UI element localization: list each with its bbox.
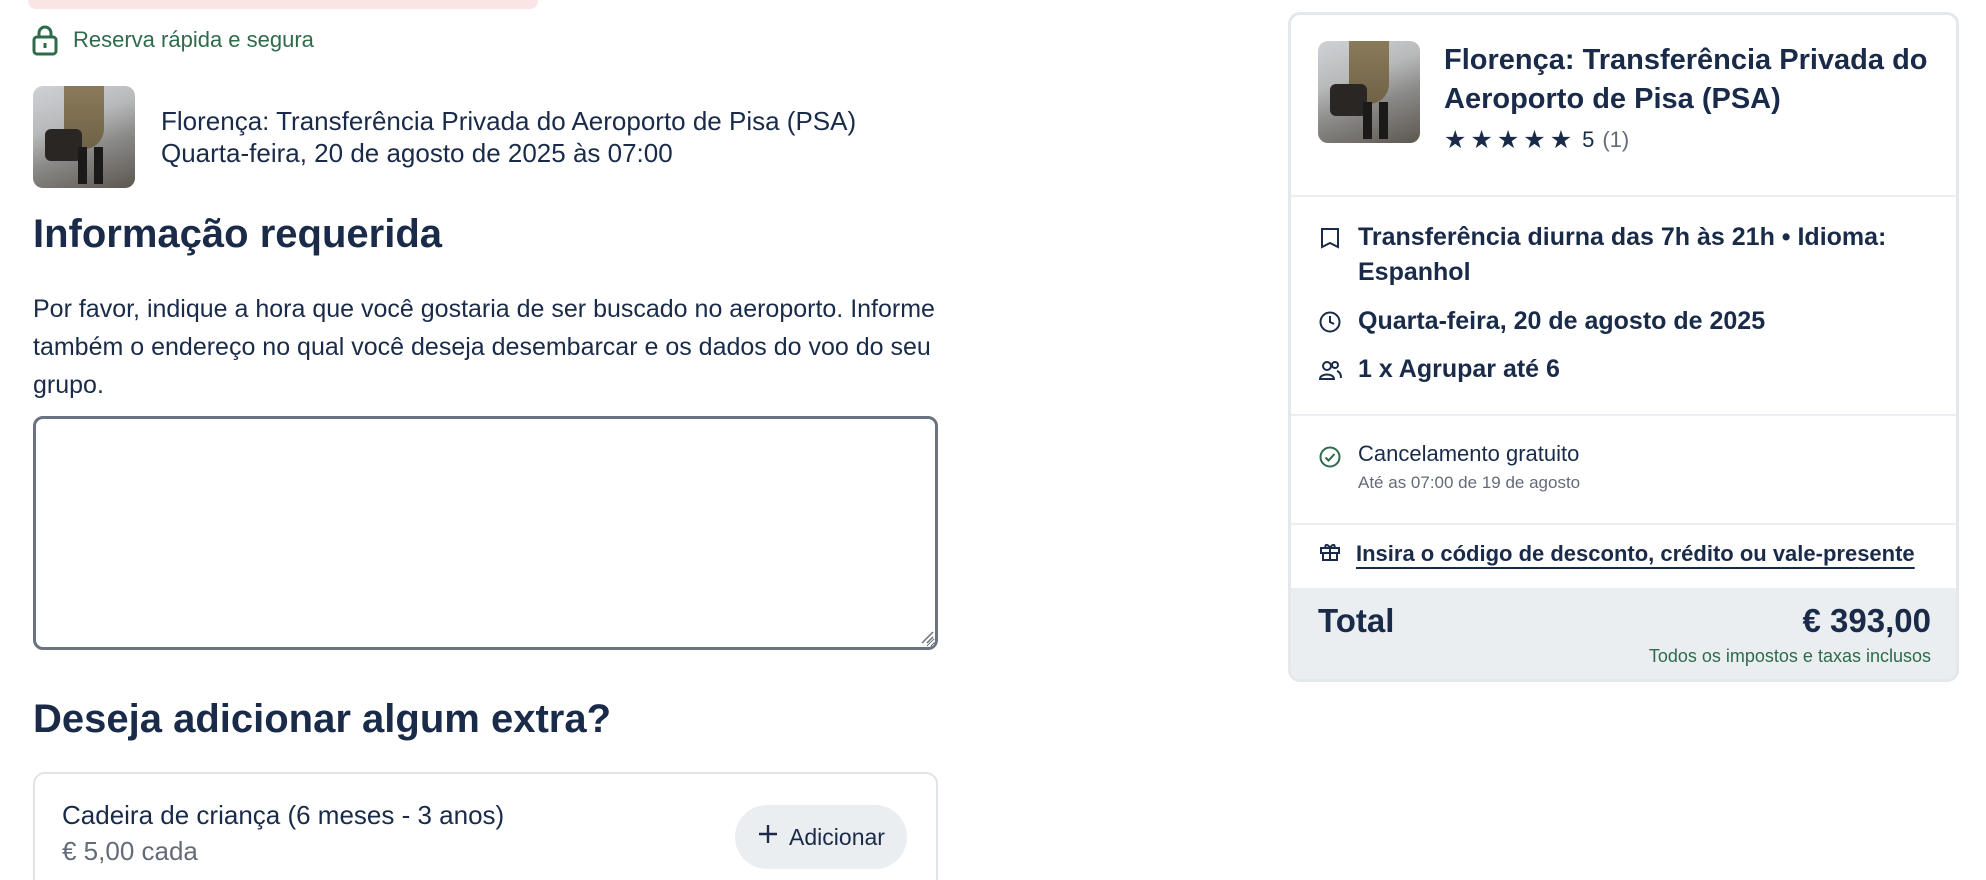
add-extra-button[interactable]: Adicionar bbox=[735, 805, 907, 869]
plus-icon bbox=[757, 823, 779, 851]
total-label: Total bbox=[1318, 602, 1395, 639]
star-icon: ★ bbox=[1444, 125, 1467, 154]
secure-booking-badge: Reserva rápida e segura bbox=[31, 24, 314, 56]
summary-participants: 1 x Agrupar até 6 bbox=[1358, 355, 1560, 383]
promo-code-link[interactable]: Insira o código de desconto, crédito ou … bbox=[1356, 541, 1915, 567]
star-icon: ★ bbox=[1523, 125, 1546, 154]
ticket-icon bbox=[1318, 225, 1342, 249]
booking-summary-panel: Florença: Transferência Privada do Aerop… bbox=[1288, 12, 1959, 682]
group-icon bbox=[1318, 357, 1342, 381]
summary-header: Florença: Transferência Privada do Aerop… bbox=[1318, 41, 1944, 153]
alert-banner-edge bbox=[28, 0, 538, 9]
required-info-textarea[interactable] bbox=[33, 416, 938, 650]
divider bbox=[1291, 523, 1956, 525]
summary-participants-row: 1 x Agrupar até 6 bbox=[1318, 352, 1918, 387]
star-icon: ★ bbox=[1496, 125, 1520, 154]
summary-title: Florença: Transferência Privada do Aerop… bbox=[1444, 44, 1928, 115]
star-icon: ★ bbox=[1549, 125, 1573, 154]
lock-icon bbox=[31, 24, 59, 56]
total-section: Total € 393,00 Todos os impostos e taxas… bbox=[1291, 588, 1956, 679]
booking-title: Florença: Transferência Privada do Aerop… bbox=[161, 106, 857, 136]
summary-date-row: Quarta-feira, 20 de agosto de 2025 bbox=[1318, 304, 1918, 339]
extra-item-price: € 5,00 cada bbox=[62, 836, 198, 866]
summary-thumbnail bbox=[1318, 41, 1420, 143]
rating-value: 5 bbox=[1582, 127, 1595, 152]
booking-overview: Florença: Transferência Privada do Aerop… bbox=[33, 86, 856, 188]
required-info-description: Por favor, indique a hora que você gosta… bbox=[33, 295, 935, 399]
gift-icon bbox=[1318, 539, 1342, 568]
clock-icon bbox=[1318, 309, 1342, 333]
summary-date: Quarta-feira, 20 de agosto de 2025 bbox=[1358, 307, 1766, 335]
star-icon: ★ bbox=[1470, 125, 1493, 154]
total-note: Todos os impostos e taxas inclusos bbox=[1648, 646, 1931, 666]
resize-handle-icon[interactable] bbox=[920, 630, 934, 644]
cancellation-detail: Até as 07:00 de 19 de agosto bbox=[1358, 473, 1581, 492]
free-cancellation: Cancelamento gratuito Até as 07:00 de 19… bbox=[1318, 441, 1580, 493]
rating-count: (1) bbox=[1602, 127, 1630, 152]
cancellation-title: Cancelamento gratuito bbox=[1358, 441, 1580, 466]
add-extra-label: Adicionar bbox=[789, 823, 885, 850]
rating: ★ ★ ★ ★ ★ 5 (1) bbox=[1444, 127, 1944, 153]
divider bbox=[1291, 414, 1956, 416]
promo-code-row: Insira o código de desconto, crédito ou … bbox=[1318, 539, 1915, 568]
secure-booking-text: Reserva rápida e segura bbox=[73, 27, 314, 52]
total-price: € 393,00 bbox=[1802, 602, 1931, 639]
activity-thumbnail bbox=[33, 86, 135, 188]
extra-item-card: Cadeira de criança (6 meses - 3 anos) € … bbox=[33, 772, 938, 880]
required-info-heading: Informação requerida bbox=[33, 212, 443, 256]
booking-datetime: Quarta-feira, 20 de agosto de 2025 às 07… bbox=[161, 138, 673, 168]
extras-heading: Deseja adicionar algum extra? bbox=[33, 697, 612, 741]
check-circle-icon bbox=[1318, 445, 1342, 493]
divider bbox=[1291, 195, 1956, 197]
summary-option-row: Transferência diurna das 7h às 21h • Idi… bbox=[1318, 220, 1918, 290]
extra-item-name: Cadeira de criança (6 meses - 3 anos) bbox=[62, 800, 505, 830]
summary-option: Transferência diurna das 7h às 21h • Idi… bbox=[1358, 223, 1887, 286]
